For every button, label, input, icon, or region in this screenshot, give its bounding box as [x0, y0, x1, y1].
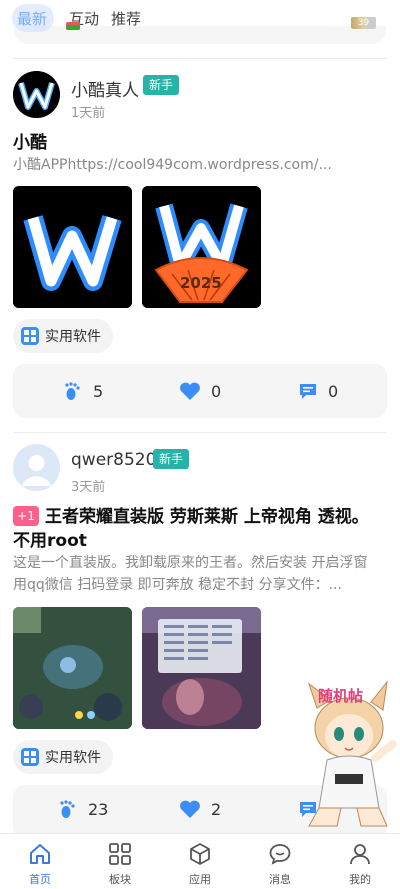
comment-icon — [300, 384, 316, 399]
post-image[interactable]: 2025 — [142, 186, 261, 308]
footprint-icon — [65, 382, 80, 400]
avatar[interactable] — [13, 444, 60, 491]
likes-stat[interactable]: 0 — [179, 364, 221, 418]
post-image[interactable] — [142, 607, 261, 729]
username[interactable]: qwer8520 — [71, 450, 156, 470]
post-image[interactable] — [13, 186, 132, 308]
grid-icon — [21, 748, 39, 766]
game-menu-screenshot-icon — [142, 607, 261, 729]
post-image[interactable] — [13, 607, 132, 729]
views-count: 23 — [88, 799, 109, 819]
newbie-badge: 新手 — [153, 449, 190, 469]
nav-label: 应用 — [189, 873, 211, 886]
nav-label: 首页 — [29, 873, 51, 886]
likes-stat[interactable]: 2 — [179, 785, 221, 833]
nav-boards[interactable]: 板块 — [80, 834, 160, 889]
game-screenshot-icon — [13, 607, 132, 729]
post-title[interactable]: +1 王者荣耀直装版 劳斯莱斯 上帝视角 透视。不用root — [13, 505, 385, 553]
post-title-text: 王者荣耀直装版 劳斯莱斯 上帝视角 透视。不用root — [13, 507, 369, 551]
tab-latest[interactable]: 最新 — [11, 4, 55, 32]
battery-icon: 39 — [351, 17, 376, 29]
category-tag[interactable]: 实用软件 — [13, 740, 113, 774]
top-tab-bar: 最新 互动 推荐 39 — [0, 0, 400, 44]
hot-badge: +1 — [13, 506, 39, 526]
nav-label: 板块 — [109, 873, 131, 886]
nav-label: 消息 — [269, 873, 291, 886]
random-post-label[interactable]: 随机帖 — [318, 685, 363, 706]
default-avatar-icon — [13, 444, 60, 491]
post-description[interactable]: 这是一个直装版。我卸载原来的王者。然后安装 开启浮窗 用qq微信 扫码登录 即可… — [13, 552, 385, 596]
bottom-nav-bar: 首页 板块 应用 消息 我的 — [0, 833, 400, 889]
nav-messages[interactable]: 消息 — [240, 834, 320, 889]
home-icon — [30, 844, 50, 864]
views-count: 5 — [93, 381, 104, 401]
comments-stat[interactable]: 0 — [298, 364, 338, 418]
grid-icon — [21, 327, 39, 345]
nav-home[interactable]: 首页 — [0, 834, 80, 889]
chat-icon — [269, 844, 291, 865]
likes-count: 0 — [211, 381, 222, 401]
post-time: 3天前 — [71, 480, 106, 495]
views-stat[interactable]: 5 — [63, 364, 103, 418]
tab-recommend[interactable]: 推荐 — [111, 8, 141, 29]
comments-count: 0 — [328, 381, 339, 401]
heart-icon — [180, 800, 200, 818]
nav-profile[interactable]: 我的 — [320, 834, 400, 889]
user-icon — [350, 844, 370, 865]
avatar[interactable] — [13, 71, 60, 118]
views-stat[interactable]: 23 — [58, 785, 108, 833]
post-title[interactable]: 小酷 — [13, 131, 385, 155]
category-label: 实用软件 — [45, 329, 101, 345]
tab-badge-icon-2 — [66, 25, 80, 30]
heart-icon — [180, 382, 200, 400]
grid-icon — [109, 843, 131, 865]
divider — [14, 58, 386, 59]
w-logo-icon — [13, 186, 132, 308]
footprint-icon — [60, 800, 75, 818]
box-icon — [190, 843, 210, 865]
nav-label: 我的 — [349, 873, 371, 886]
username[interactable]: 小酷真人 — [71, 76, 139, 101]
category-label: 实用软件 — [45, 750, 101, 766]
post-time: 1天前 — [71, 106, 106, 121]
likes-count: 2 — [211, 799, 222, 819]
post-stats-bar: 5 0 0 — [13, 364, 387, 418]
category-tag[interactable]: 实用软件 — [13, 319, 113, 353]
w-logo-icon — [13, 71, 60, 118]
nav-apps[interactable]: 应用 — [160, 834, 240, 889]
divider — [14, 432, 386, 433]
image-caption: 2025 — [180, 274, 222, 292]
newbie-badge: 新手 — [143, 75, 180, 95]
post-description[interactable]: 小酷APPhttps://cool949com.wordpress.com/..… — [13, 154, 385, 176]
